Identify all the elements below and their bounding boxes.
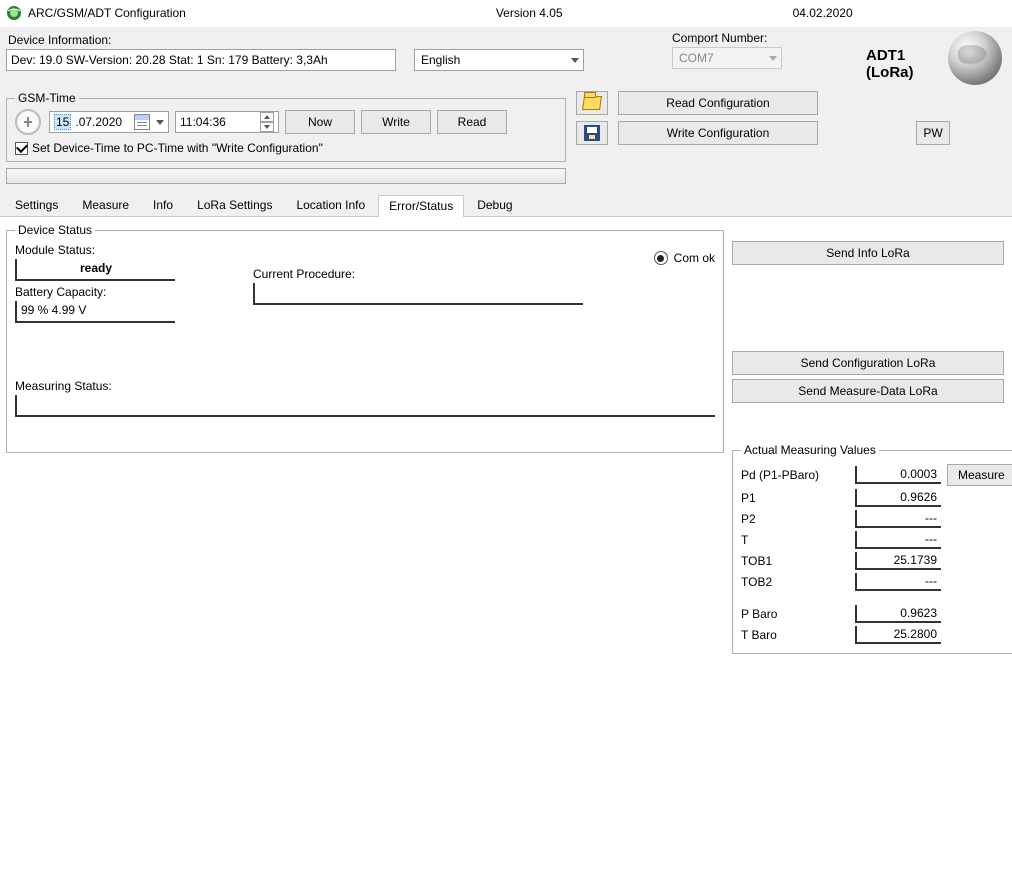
language-selected: English (421, 53, 460, 67)
gsm-time-group: GSM-Time 15 .07.2020 11:04:36 Now Write R… (6, 91, 566, 162)
date-day: 15 (54, 114, 71, 130)
amv-value: --- (855, 510, 941, 528)
amv-value: 0.9623 (855, 605, 941, 623)
battery-capacity-value: 99 % 4.99 V (15, 301, 175, 323)
amv-label: TOB1 (741, 554, 849, 568)
floppy-disk-icon (584, 125, 600, 141)
device-info: Device Information: Dev: 19.0 SW-Version… (6, 29, 406, 71)
amv-label: T Baro (741, 628, 849, 642)
comport-selected: COM7 (679, 51, 714, 65)
write-time-button[interactable]: Write (361, 110, 431, 134)
date-rest: .07.2020 (75, 115, 122, 129)
clock-icon (15, 109, 41, 135)
app-version: Version 4.05 (496, 6, 563, 20)
device-info-field[interactable]: Dev: 19.0 SW-Version: 20.28 Stat: 1 Sn: … (6, 49, 396, 71)
amv-value: --- (855, 531, 941, 549)
measuring-status-label: Measuring Status: (15, 379, 715, 393)
top-panel: Device Information: Dev: 19.0 SW-Version… (0, 26, 1012, 190)
amv-label: P Baro (741, 607, 849, 621)
calendar-icon[interactable] (134, 114, 150, 130)
globe-icon (948, 31, 1002, 85)
com-ok-label: Com ok (674, 251, 715, 265)
amv-value: 0.0003 (855, 466, 941, 484)
gsm-time-legend: GSM-Time (15, 91, 79, 105)
comport-select[interactable]: COM7 (672, 47, 782, 69)
tab-location-info[interactable]: Location Info (285, 194, 376, 216)
open-file-button[interactable] (576, 91, 608, 115)
device-status-group: Device Status Module Status: ready Batte… (6, 223, 724, 453)
module-status-value: ready (15, 259, 175, 281)
current-procedure-label: Current Procedure: (253, 267, 583, 281)
now-button[interactable]: Now (285, 110, 355, 134)
send-config-lora-button[interactable]: Send Configuration LoRa (732, 351, 1004, 375)
measuring-status-value (15, 395, 715, 417)
amv-label: TOB2 (741, 575, 849, 589)
time-value: 11:04:36 (180, 115, 226, 129)
write-configuration-button[interactable]: Write Configuration (618, 121, 818, 145)
amv-value: 25.1739 (855, 552, 941, 570)
amv-label: T (741, 533, 849, 547)
device-info-label: Device Information: (8, 33, 406, 47)
app-date: 04.02.2020 (793, 6, 853, 20)
amv-value: 25.2800 (855, 626, 941, 644)
measure-button[interactable]: Measure (947, 464, 1012, 486)
tab-error-status[interactable]: Error/Status (378, 195, 464, 217)
device-status-legend: Device Status (15, 223, 95, 237)
save-file-button[interactable] (576, 121, 608, 145)
tab-debug[interactable]: Debug (466, 194, 523, 216)
folder-open-icon (582, 96, 602, 110)
amv-label: P2 (741, 512, 849, 526)
app-icon (6, 5, 22, 21)
actual-measuring-values-group: Actual Measuring Values Pd (P1-PBaro) 0.… (732, 443, 1012, 654)
battery-capacity-label: Battery Capacity: (15, 285, 245, 299)
chevron-down-icon (571, 58, 579, 63)
chevron-down-icon (769, 56, 777, 61)
module-status-label: Module Status: (15, 243, 245, 257)
device-name: ADT1 (LoRa) (866, 47, 940, 81)
date-input[interactable]: 15 .07.2020 (49, 111, 169, 133)
read-configuration-button[interactable]: Read Configuration (618, 91, 818, 115)
progress-bar (6, 168, 566, 184)
title-bar: ARC/GSM/ADT Configuration Version 4.05 0… (0, 0, 1012, 26)
comport-label: Comport Number: (672, 31, 852, 45)
tab-bar: Settings Measure Info LoRa Settings Loca… (0, 190, 1012, 217)
tab-settings[interactable]: Settings (4, 194, 69, 216)
current-procedure-value (253, 283, 583, 305)
com-ok-radio[interactable] (654, 251, 668, 265)
set-pc-time-label: Set Device-Time to PC-Time with "Write C… (32, 141, 323, 155)
amv-value: 0.9626 (855, 489, 941, 507)
language-select[interactable]: English (414, 49, 584, 71)
amv-legend: Actual Measuring Values (741, 443, 879, 457)
read-time-button[interactable]: Read (437, 110, 507, 134)
set-pc-time-checkbox[interactable] (15, 142, 28, 155)
amv-label: P1 (741, 491, 849, 505)
app-title: ARC/GSM/ADT Configuration (28, 6, 186, 20)
time-input[interactable]: 11:04:36 (175, 111, 279, 133)
send-info-lora-button[interactable]: Send Info LoRa (732, 241, 1004, 265)
amv-value: --- (855, 573, 941, 591)
amv-label: Pd (P1-PBaro) (741, 468, 849, 482)
send-measure-data-lora-button[interactable]: Send Measure-Data LoRa (732, 379, 1004, 403)
time-spinner[interactable] (260, 112, 274, 132)
tab-lora-settings[interactable]: LoRa Settings (186, 194, 283, 216)
tab-measure[interactable]: Measure (71, 194, 140, 216)
tab-content: Device Status Module Status: ready Batte… (0, 217, 1012, 877)
tab-info[interactable]: Info (142, 194, 184, 216)
pw-button[interactable]: PW (916, 121, 950, 145)
chevron-down-icon[interactable] (156, 120, 164, 125)
